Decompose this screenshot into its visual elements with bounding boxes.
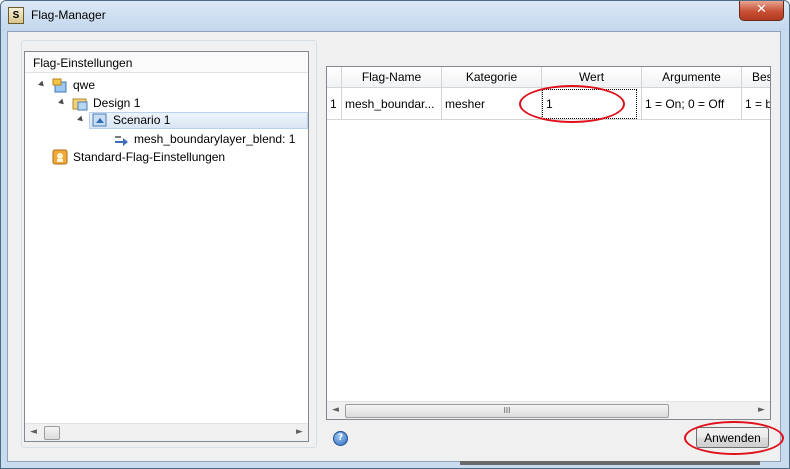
- column-header-category[interactable]: Kategorie: [442, 67, 542, 88]
- annotation-circle-apply: [684, 421, 784, 455]
- grid-horizontal-scrollbar[interactable]: ◄ III ►: [327, 401, 770, 419]
- design-folder-icon: [72, 95, 88, 111]
- close-button[interactable]: ✕: [739, 1, 784, 21]
- expand-arrow-icon[interactable]: [58, 98, 66, 107]
- scroll-right-arrow[interactable]: ►: [291, 424, 308, 441]
- help-icon[interactable]: ?: [333, 431, 348, 446]
- scroll-left-arrow[interactable]: ◄: [25, 424, 42, 441]
- database-icon: [52, 77, 68, 93]
- tree-item-label: qwe: [73, 78, 96, 92]
- tree-item-qwe[interactable]: qwe: [25, 77, 305, 94]
- expand-arrow-icon[interactable]: [38, 80, 46, 89]
- row-number-header: [327, 67, 342, 88]
- window-title: Flag-Manager: [31, 8, 106, 22]
- scroll-left-arrow[interactable]: ◄: [327, 402, 344, 419]
- flag-settings-tree: Flag-Einstellungen qwe Design 1 Scenario…: [24, 51, 309, 442]
- scenario-icon: [92, 112, 108, 128]
- tree-item-design[interactable]: Design 1: [25, 95, 305, 112]
- default-flags-icon: [52, 149, 68, 165]
- tree-horizontal-scrollbar[interactable]: ◄ ►: [25, 423, 308, 441]
- tree-item-label: Standard-Flag-Einstellungen: [73, 150, 226, 164]
- background-sliver: [460, 461, 760, 465]
- cell-description[interactable]: 1 = b: [742, 88, 770, 120]
- scroll-thumb[interactable]: [44, 426, 60, 440]
- column-header-description[interactable]: Bes: [742, 67, 770, 88]
- tree-item-label: mesh_boundarylayer_blend: 1: [134, 132, 296, 146]
- tree-item-scenario[interactable]: Scenario 1: [25, 112, 305, 129]
- annotation-circle-value: [519, 85, 625, 123]
- tree-item-label: Design 1: [93, 96, 141, 110]
- cell-flag-name[interactable]: mesh_boundar...: [342, 88, 442, 120]
- column-header-arguments[interactable]: Argumente: [642, 67, 742, 88]
- column-header-flag-name[interactable]: Flag-Name: [342, 67, 442, 88]
- scroll-thumb[interactable]: III: [345, 404, 669, 418]
- tree-item-label: Scenario 1: [113, 113, 171, 127]
- row-number-cell: 1: [327, 88, 342, 120]
- tree-item-flag[interactable]: mesh_boundarylayer_blend: 1: [25, 131, 305, 148]
- flag-arrow-icon: [113, 131, 129, 147]
- tree-item-default-flags[interactable]: Standard-Flag-Einstellungen: [25, 149, 305, 166]
- cell-arguments[interactable]: 1 = On; 0 = Off: [642, 88, 742, 120]
- expand-arrow-icon[interactable]: [77, 115, 85, 124]
- tree-header: Flag-Einstellungen: [25, 52, 308, 73]
- app-icon: S: [8, 7, 24, 24]
- tree-header-label: Flag-Einstellungen: [33, 56, 133, 70]
- title-bar[interactable]: S Flag-Manager ✕: [1, 1, 789, 31]
- scroll-right-arrow[interactable]: ►: [753, 402, 770, 419]
